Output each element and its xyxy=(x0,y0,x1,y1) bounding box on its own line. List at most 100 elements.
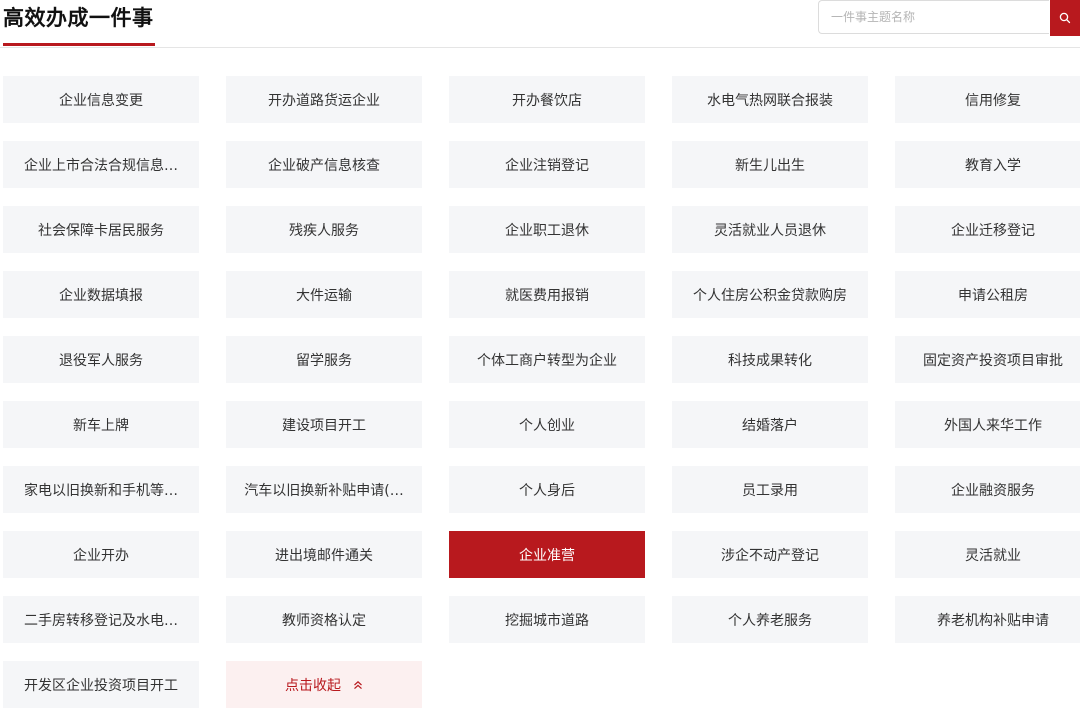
service-tile[interactable]: 留学服务 xyxy=(226,336,422,383)
service-tile-label: 企业破产信息核查 xyxy=(268,157,380,174)
service-tile-label: 企业注销登记 xyxy=(505,157,589,174)
service-tile-label: 水电气热网联合报装 xyxy=(707,92,833,109)
service-tile-label: 二手房转移登记及水电… xyxy=(24,612,178,629)
service-tile[interactable]: 建设项目开工 xyxy=(226,401,422,448)
service-tile-label: 就医费用报销 xyxy=(505,287,589,304)
service-tile-label: 个人养老服务 xyxy=(728,612,812,629)
service-tile-label: 开办道路货运企业 xyxy=(268,92,380,109)
collapse-label: 点击收起 xyxy=(285,677,341,694)
service-tile-label: 科技成果转化 xyxy=(728,352,812,369)
service-tile-label: 个体工商户转型为企业 xyxy=(477,352,617,369)
service-tile[interactable]: 家电以旧换新和手机等… xyxy=(3,466,199,513)
search-icon xyxy=(1059,12,1071,24)
service-tile-label: 个人身后 xyxy=(519,482,575,499)
service-tile-label: 建设项目开工 xyxy=(282,417,366,434)
service-tile[interactable]: 企业融资服务 xyxy=(895,466,1080,513)
service-tile[interactable]: 员工录用 xyxy=(672,466,868,513)
double-chevron-up-icon xyxy=(353,680,363,690)
service-tile-label: 家电以旧换新和手机等… xyxy=(24,482,178,499)
service-tile-label: 申请公租房 xyxy=(958,287,1028,304)
service-tile-label: 灵活就业人员退休 xyxy=(714,222,826,239)
service-tile-label: 涉企不动产登记 xyxy=(721,547,819,564)
service-tile-label: 企业职工退休 xyxy=(505,222,589,239)
service-tile[interactable]: 结婚落户 xyxy=(672,401,868,448)
service-tile-label: 开办餐饮店 xyxy=(512,92,582,109)
service-tile[interactable]: 个人创业 xyxy=(449,401,645,448)
service-tile[interactable]: 进出境邮件通关 xyxy=(226,531,422,578)
service-tile-label: 企业迁移登记 xyxy=(951,222,1035,239)
service-tile[interactable]: 二手房转移登记及水电… xyxy=(3,596,199,643)
service-tile-label: 汽车以旧换新补贴申请(… xyxy=(244,482,404,499)
search-input[interactable] xyxy=(818,0,1049,34)
service-tile[interactable]: 退役军人服务 xyxy=(3,336,199,383)
service-tile[interactable]: 开办道路货运企业 xyxy=(226,76,422,123)
service-tile-label: 教育入学 xyxy=(965,157,1021,174)
service-tile[interactable]: 灵活就业人员退休 xyxy=(672,206,868,253)
service-tile[interactable]: 固定资产投资项目审批 xyxy=(895,336,1080,383)
service-tile-label: 挖掘城市道路 xyxy=(505,612,589,629)
service-tile-label: 企业开办 xyxy=(73,547,129,564)
service-grid: 企业信息变更 开办道路货运企业 开办餐饮店 水电气热网联合报装 信用修复企业上市合法合规… xyxy=(3,76,1080,708)
service-tile[interactable]: 企业数据填报 xyxy=(3,271,199,318)
service-tile-label: 企业融资服务 xyxy=(951,482,1035,499)
service-tile-label: 企业数据填报 xyxy=(59,287,143,304)
service-tile[interactable]: 养老机构补贴申请 xyxy=(895,596,1080,643)
service-tile-label: 教师资格认定 xyxy=(282,612,366,629)
service-tile[interactable]: 企业信息变更 xyxy=(3,76,199,123)
service-tile[interactable]: 企业迁移登记 xyxy=(895,206,1080,253)
service-tile[interactable]: 教育入学 xyxy=(895,141,1080,188)
service-tile-label: 企业准营 xyxy=(519,547,575,564)
service-tile-active[interactable]: 企业准营 xyxy=(449,531,645,578)
service-tile-label: 企业上市合法合规信息… xyxy=(24,157,178,174)
service-tile[interactable]: 教师资格认定 xyxy=(226,596,422,643)
service-tile[interactable]: 企业开办 xyxy=(3,531,199,578)
service-tile-label: 个人住房公积金贷款购房 xyxy=(693,287,847,304)
service-tile-label: 新生儿出生 xyxy=(735,157,805,174)
page-header: 高效办成一件事 xyxy=(0,0,1080,48)
service-tile[interactable]: 汽车以旧换新补贴申请(… xyxy=(226,466,422,513)
service-tile-label: 企业信息变更 xyxy=(59,92,143,109)
service-tile-label: 固定资产投资项目审批 xyxy=(923,352,1063,369)
service-tile[interactable]: 涉企不动产登记 xyxy=(672,531,868,578)
collapse-button[interactable]: 点击收起 xyxy=(226,661,422,708)
service-tile-label: 员工录用 xyxy=(742,482,798,499)
service-tile-label: 个人创业 xyxy=(519,417,575,434)
service-tile[interactable]: 个体工商户转型为企业 xyxy=(449,336,645,383)
service-tile-label: 养老机构补贴申请 xyxy=(937,612,1049,629)
service-tile[interactable]: 社会保障卡居民服务 xyxy=(3,206,199,253)
service-tile[interactable]: 开发区企业投资项目开工 xyxy=(3,661,199,708)
title-underline xyxy=(3,43,155,46)
service-tile[interactable]: 个人身后 xyxy=(449,466,645,513)
service-tile[interactable]: 水电气热网联合报装 xyxy=(672,76,868,123)
service-tile-label: 退役军人服务 xyxy=(59,352,143,369)
service-tile-label: 大件运输 xyxy=(296,287,352,304)
service-tile[interactable]: 大件运输 xyxy=(226,271,422,318)
service-tile-label: 新车上牌 xyxy=(73,417,129,434)
service-tile[interactable]: 企业职工退休 xyxy=(449,206,645,253)
service-tile-label: 灵活就业 xyxy=(965,547,1021,564)
service-tile-label: 留学服务 xyxy=(296,352,352,369)
service-tile[interactable]: 新车上牌 xyxy=(3,401,199,448)
service-tile-label: 结婚落户 xyxy=(742,417,798,434)
service-tile[interactable]: 企业破产信息核查 xyxy=(226,141,422,188)
service-tile[interactable]: 企业注销登记 xyxy=(449,141,645,188)
service-tile[interactable]: 科技成果转化 xyxy=(672,336,868,383)
service-tile-label: 外国人来华工作 xyxy=(944,417,1042,434)
service-tile[interactable]: 信用修复 xyxy=(895,76,1080,123)
service-tile[interactable]: 开办餐饮店 xyxy=(449,76,645,123)
service-tile-label: 社会保障卡居民服务 xyxy=(38,222,164,239)
service-tile[interactable]: 新生儿出生 xyxy=(672,141,868,188)
service-tile[interactable]: 申请公租房 xyxy=(895,271,1080,318)
service-tile[interactable]: 挖掘城市道路 xyxy=(449,596,645,643)
service-tile-label: 进出境邮件通关 xyxy=(275,547,373,564)
service-tile[interactable]: 外国人来华工作 xyxy=(895,401,1080,448)
service-tile[interactable]: 灵活就业 xyxy=(895,531,1080,578)
search-button[interactable] xyxy=(1050,0,1080,36)
service-tile[interactable]: 企业上市合法合规信息… xyxy=(3,141,199,188)
service-tile[interactable]: 就医费用报销 xyxy=(449,271,645,318)
service-tile[interactable]: 个人养老服务 xyxy=(672,596,868,643)
service-tile[interactable]: 个人住房公积金贷款购房 xyxy=(672,271,868,318)
service-tile-label: 信用修复 xyxy=(965,92,1021,109)
search-bar xyxy=(818,0,1080,36)
service-tile[interactable]: 残疾人服务 xyxy=(226,206,422,253)
